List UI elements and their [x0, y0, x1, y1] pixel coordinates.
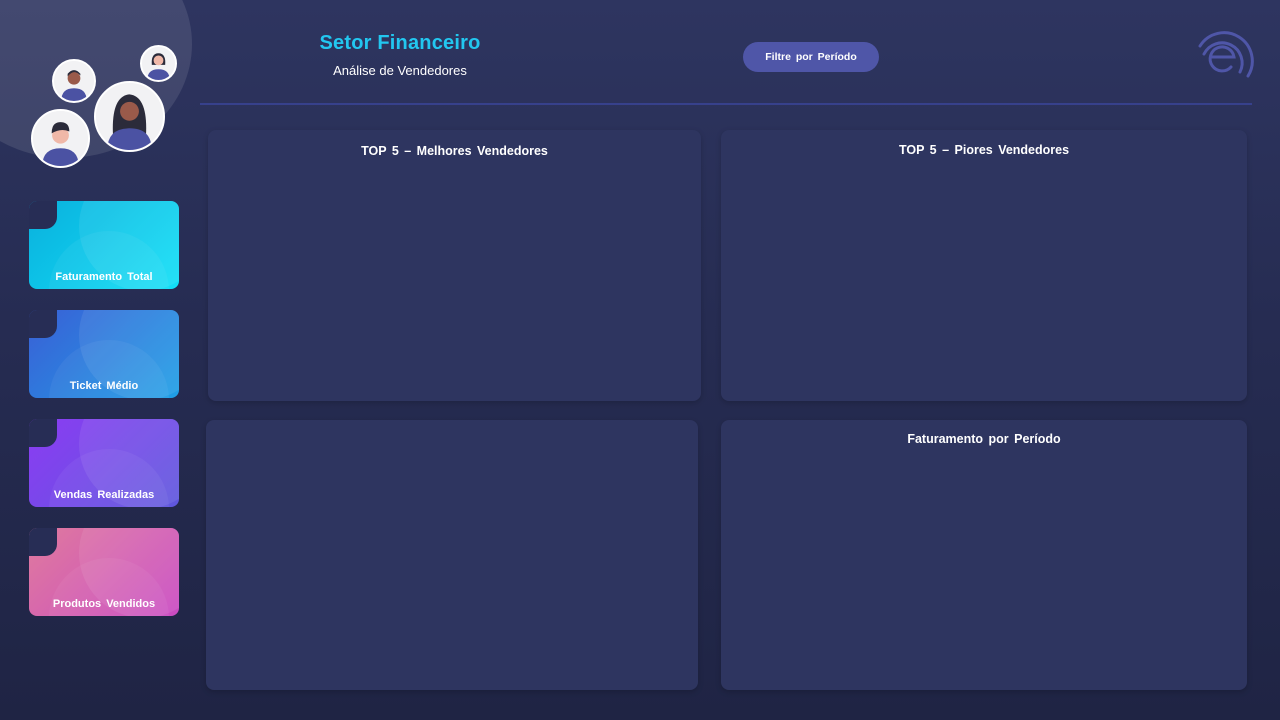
card-notch: [29, 201, 57, 229]
panel-empty-visual: [206, 420, 698, 690]
avatar-man-large: [31, 109, 90, 168]
avatar-man-small: [52, 59, 96, 103]
page-subtitle: Análise de Vendedores: [333, 63, 467, 78]
card-notch: [29, 419, 57, 447]
kpi-label: Faturamento Total: [55, 271, 153, 283]
header-divider: [200, 103, 1252, 105]
kpi-card-ticket-medio[interactable]: Ticket Médio: [29, 310, 179, 398]
kpi-card-faturamento-total[interactable]: Faturamento Total: [29, 201, 179, 289]
kpi-label: Ticket Médio: [69, 380, 139, 392]
panel-title: Faturamento por Período: [907, 432, 1061, 446]
panel-title: TOP 5 – Piores Vendedores: [898, 143, 1070, 157]
page-title: Setor Financeiro: [319, 32, 481, 54]
kpi-card-produtos-vendidos[interactable]: Produtos Vendidos: [29, 528, 179, 616]
kpi-card-vendas-realizadas[interactable]: Vendas Realizadas: [29, 419, 179, 507]
panel-revenue-by-period: Faturamento por Período: [721, 420, 1247, 690]
filter-by-period-button[interactable]: Filtre por Período: [743, 42, 879, 72]
avatar-woman-small: [140, 45, 177, 82]
panel-title: TOP 5 – Melhores Vendedores: [361, 144, 548, 158]
avatar-woman-large: [94, 81, 165, 152]
kpi-label: Vendas Realizadas: [53, 489, 155, 501]
card-notch: [29, 310, 57, 338]
card-notch: [29, 528, 57, 556]
kpi-label: Produtos Vendidos: [52, 598, 156, 610]
brand-e-logo-icon: [1190, 24, 1254, 84]
panel-top5-worst-sellers: TOP 5 – Piores Vendedores: [721, 130, 1247, 401]
panel-top5-best-sellers: TOP 5 – Melhores Vendedores: [208, 130, 701, 401]
